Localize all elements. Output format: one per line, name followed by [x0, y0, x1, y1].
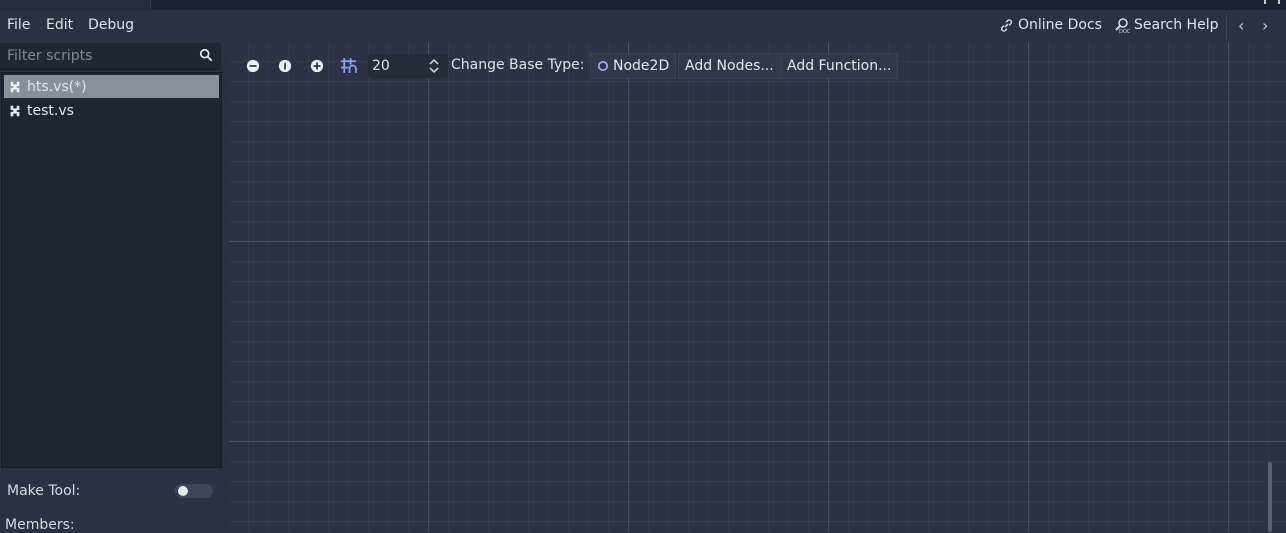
menu-bar: File Edit Debug Online Docs DOC Search H… [0, 10, 1286, 43]
visual-script-graph[interactable]: 20 Change Base Type: Node2D Add Nodes...… [229, 43, 1286, 532]
zoom-out-icon[interactable] [246, 59, 260, 73]
add-nodes-label: Add Nodes... [685, 58, 774, 74]
script-tab-fragment[interactable] [0, 0, 151, 10]
add-function-button[interactable]: Add Function... [780, 53, 899, 79]
menu-separator [1226, 14, 1227, 40]
graph-scrollbar[interactable] [1268, 462, 1272, 532]
search-icon [199, 48, 213, 62]
make-tool-toggle[interactable] [175, 484, 213, 498]
snap-grid-icon[interactable] [340, 57, 357, 74]
distraction-free-icon[interactable] [1264, 0, 1280, 4]
online-docs-label: Online Docs [1018, 17, 1102, 33]
base-type-button[interactable]: Node2D [590, 53, 677, 79]
node2d-icon [598, 61, 608, 71]
menu-edit[interactable]: Edit [46, 17, 73, 33]
script-item-label: test.vs [27, 102, 74, 119]
editor-tab-strip [0, 0, 1286, 10]
search-help-label: Search Help [1134, 17, 1219, 33]
add-nodes-button[interactable]: Add Nodes... [678, 53, 781, 79]
menu-debug[interactable]: Debug [88, 17, 134, 33]
history-forward-button[interactable]: › [1262, 16, 1268, 35]
base-type-label: Node2D [613, 58, 670, 74]
filter-scripts-input[interactable]: Filter scripts [0, 43, 221, 70]
script-item-hts[interactable]: hts.vs(*) [4, 75, 219, 98]
script-item-test[interactable]: test.vs [4, 99, 219, 122]
svg-text:DOC: DOC [1119, 29, 1130, 33]
script-item-label: hts.vs(*) [27, 78, 87, 95]
filter-scripts-placeholder: Filter scripts [7, 48, 93, 64]
script-list: hts.vs(*) test.vs [1, 72, 222, 468]
menu-file[interactable]: File [7, 17, 30, 33]
link-icon [1000, 18, 1013, 32]
visual-script-icon [10, 81, 20, 92]
add-function-label: Add Function... [787, 58, 892, 74]
spin-arrows-icon[interactable] [428, 58, 440, 74]
online-docs-button[interactable]: Online Docs [999, 17, 1102, 33]
snap-step-value: 20 [372, 58, 390, 74]
visual-script-icon [10, 105, 20, 116]
members-label: Members: [5, 517, 75, 533]
zoom-reset-icon[interactable] [278, 59, 292, 73]
snap-step-spinbox[interactable]: 20 [368, 54, 448, 78]
make-tool-label: Make Tool: [7, 483, 81, 499]
change-base-type-label: Change Base Type: [451, 57, 585, 73]
search-help-button[interactable]: DOC Search Help [1114, 17, 1218, 33]
zoom-in-icon[interactable] [310, 59, 324, 73]
history-back-button[interactable]: ‹ [1238, 16, 1244, 35]
script-list-panel: Filter scripts hts.vs(*) test.vs Make To… [0, 43, 222, 533]
search-doc-icon: DOC [1115, 18, 1130, 33]
